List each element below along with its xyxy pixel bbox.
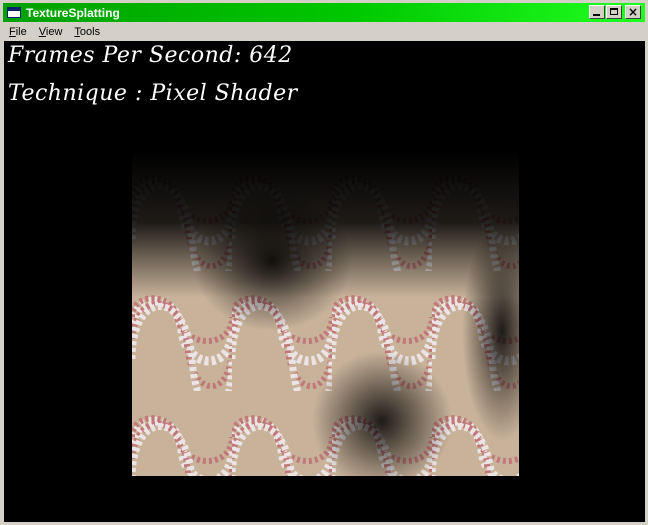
menu-view-label: iew — [45, 26, 63, 38]
menu-bar: File View Tools — [3, 23, 645, 41]
menu-view[interactable]: View — [33, 26, 69, 38]
app-window: TextureSplatting × File View Tools Frame… — [0, 0, 648, 525]
minimize-icon — [593, 14, 600, 16]
technique-label: Technique : Pixel Shader — [8, 81, 298, 106]
maximize-icon — [610, 8, 618, 15]
splatted-terrain — [132, 151, 519, 476]
menu-file-label: ile — [15, 26, 27, 38]
render-viewport[interactable]: Frames Per Second: 642 Technique : Pixel… — [4, 41, 645, 522]
window-title: TextureSplatting — [26, 5, 120, 20]
close-button[interactable]: × — [625, 5, 641, 19]
menu-file[interactable]: File — [3, 26, 33, 38]
maximize-button[interactable] — [606, 5, 622, 19]
menu-file-accel: F — [9, 26, 16, 38]
top-fade — [132, 151, 519, 476]
menu-tools-label: ools — [79, 26, 101, 38]
app-window-icon[interactable] — [7, 7, 21, 18]
terrain-texture — [132, 151, 519, 476]
caption-buttons: × — [588, 5, 641, 19]
menu-tools[interactable]: Tools — [68, 26, 106, 38]
title-bar[interactable]: TextureSplatting × — [3, 3, 645, 22]
close-icon: × — [627, 5, 639, 19]
minimize-button[interactable] — [589, 5, 605, 19]
menu-view-accel: V — [38, 26, 46, 38]
fps-counter: Frames Per Second: 642 — [8, 43, 293, 68]
